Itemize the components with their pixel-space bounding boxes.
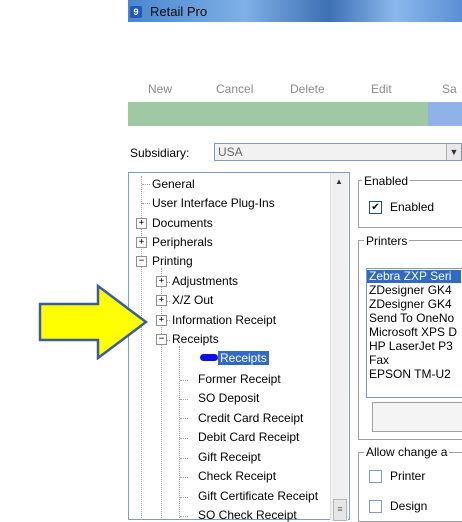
tree-branch bbox=[142, 184, 150, 185]
printer-action-button[interactable] bbox=[372, 402, 462, 432]
delete-button[interactable]: Delete bbox=[290, 82, 325, 96]
tree-item-gift-receipt[interactable]: Gift Receipt bbox=[198, 450, 261, 464]
tree-item-peripherals[interactable]: Peripherals bbox=[152, 235, 213, 249]
tree-branch bbox=[180, 516, 188, 517]
design-checkbox-label: Design bbox=[390, 499, 428, 513]
toolbar-strip bbox=[128, 102, 462, 126]
new-button[interactable]: New bbox=[148, 82, 172, 96]
printers-group-label: Printers bbox=[364, 234, 410, 248]
printer-list-item[interactable]: Fax bbox=[369, 354, 389, 367]
tree-item-information-receipt[interactable]: Information Receipt bbox=[172, 313, 276, 327]
printer-list-item[interactable]: HP LaserJet P3 bbox=[369, 340, 453, 353]
collapse-icon[interactable]: − bbox=[156, 334, 167, 345]
tree-branch bbox=[180, 497, 188, 498]
tree-item-printing[interactable]: Printing bbox=[152, 254, 193, 268]
printer-checkbox[interactable] bbox=[369, 470, 382, 483]
printer-list-item[interactable]: Microsoft XPS D bbox=[369, 326, 457, 339]
printer-list[interactable]: Zebra ZXP Seri ZDesigner GK4 ZDesigner G… bbox=[366, 268, 462, 398]
scroll-thumb[interactable]: ≡ bbox=[333, 499, 347, 521]
expand-icon[interactable]: + bbox=[156, 276, 167, 287]
collapse-icon[interactable]: − bbox=[136, 256, 147, 267]
enabled-checkbox[interactable]: ✔ bbox=[369, 201, 382, 214]
tree-item-adjustments[interactable]: Adjustments bbox=[172, 274, 238, 288]
tree-branch bbox=[180, 418, 188, 419]
tree-item-debit-card-receipt[interactable]: Debit Card Receipt bbox=[198, 430, 299, 444]
tree-branch bbox=[142, 203, 150, 204]
tree-scrollbar[interactable]: ▲ ≡ bbox=[330, 173, 348, 521]
allow-change-group-label: Allow change a bbox=[364, 445, 450, 459]
subsidiary-value: USA bbox=[218, 145, 243, 159]
window-title: Retail Pro bbox=[150, 4, 208, 19]
printer-list-item[interactable]: Send To OneNo bbox=[369, 312, 454, 325]
tree-item-receipts[interactable]: Receipts bbox=[218, 351, 269, 365]
tree-branch bbox=[180, 399, 188, 400]
cancel-button[interactable]: Cancel bbox=[216, 82, 253, 96]
expand-icon[interactable]: + bbox=[156, 295, 167, 306]
printer-list-item[interactable]: Zebra ZXP Seri bbox=[367, 270, 461, 283]
scroll-up-icon[interactable]: ▲ bbox=[333, 177, 345, 187]
subsidiary-select[interactable]: USA ▼ bbox=[214, 143, 462, 161]
tree-item-user-interface-plug-ins[interactable]: User Interface Plug-Ins bbox=[152, 196, 275, 210]
tree-branch bbox=[180, 380, 188, 381]
enabled-group-label: Enabled bbox=[362, 174, 411, 188]
printer-checkbox-label: Printer bbox=[390, 469, 426, 483]
tree-item-gift-certificate-receipt[interactable]: Gift Certificate Receipt bbox=[198, 489, 318, 503]
tree-item-check-receipt[interactable]: Check Receipt bbox=[198, 469, 276, 483]
expand-icon[interactable]: + bbox=[156, 315, 167, 326]
tree-branch bbox=[180, 438, 188, 439]
save-button[interactable]: Sa bbox=[442, 82, 457, 96]
app-icon: 9 bbox=[130, 6, 142, 18]
printer-list-item[interactable]: ZDesigner GK4 bbox=[369, 284, 452, 297]
tree-branch bbox=[180, 458, 188, 459]
enabled-checkbox-label: Enabled bbox=[390, 200, 435, 214]
subsidiary-label: Subsidiary: bbox=[130, 146, 190, 160]
tree-item-xz-out[interactable]: X/Z Out bbox=[172, 293, 213, 307]
edit-button[interactable]: Edit bbox=[371, 82, 392, 96]
printer-list-item[interactable]: ZDesigner GK4 bbox=[369, 298, 452, 311]
pointer-arrow-icon bbox=[38, 284, 149, 360]
selection-marker-icon bbox=[200, 354, 218, 361]
chevron-down-icon[interactable]: ▼ bbox=[446, 144, 461, 160]
tree-item-so-deposit[interactable]: SO Deposit bbox=[198, 391, 259, 405]
expand-icon[interactable]: + bbox=[136, 218, 147, 229]
tree-item-receipts-label: Receipts bbox=[218, 351, 269, 365]
tree-branch bbox=[180, 477, 188, 478]
printer-list-item[interactable]: EPSON TM-U2 bbox=[369, 368, 451, 381]
tree-line bbox=[179, 346, 180, 520]
design-checkbox[interactable] bbox=[369, 500, 382, 513]
tree-item-general[interactable]: General bbox=[152, 177, 195, 191]
tree-item-former-receipt[interactable]: Former Receipt bbox=[198, 372, 281, 386]
expand-icon[interactable]: + bbox=[136, 237, 147, 248]
tree-item-credit-card-receipt[interactable]: Credit Card Receipt bbox=[198, 411, 303, 425]
tree-item-documents[interactable]: Documents bbox=[152, 216, 213, 230]
tree-item-receipts-group[interactable]: Receipts bbox=[172, 332, 219, 346]
toolbar-strip-accent bbox=[428, 102, 462, 126]
